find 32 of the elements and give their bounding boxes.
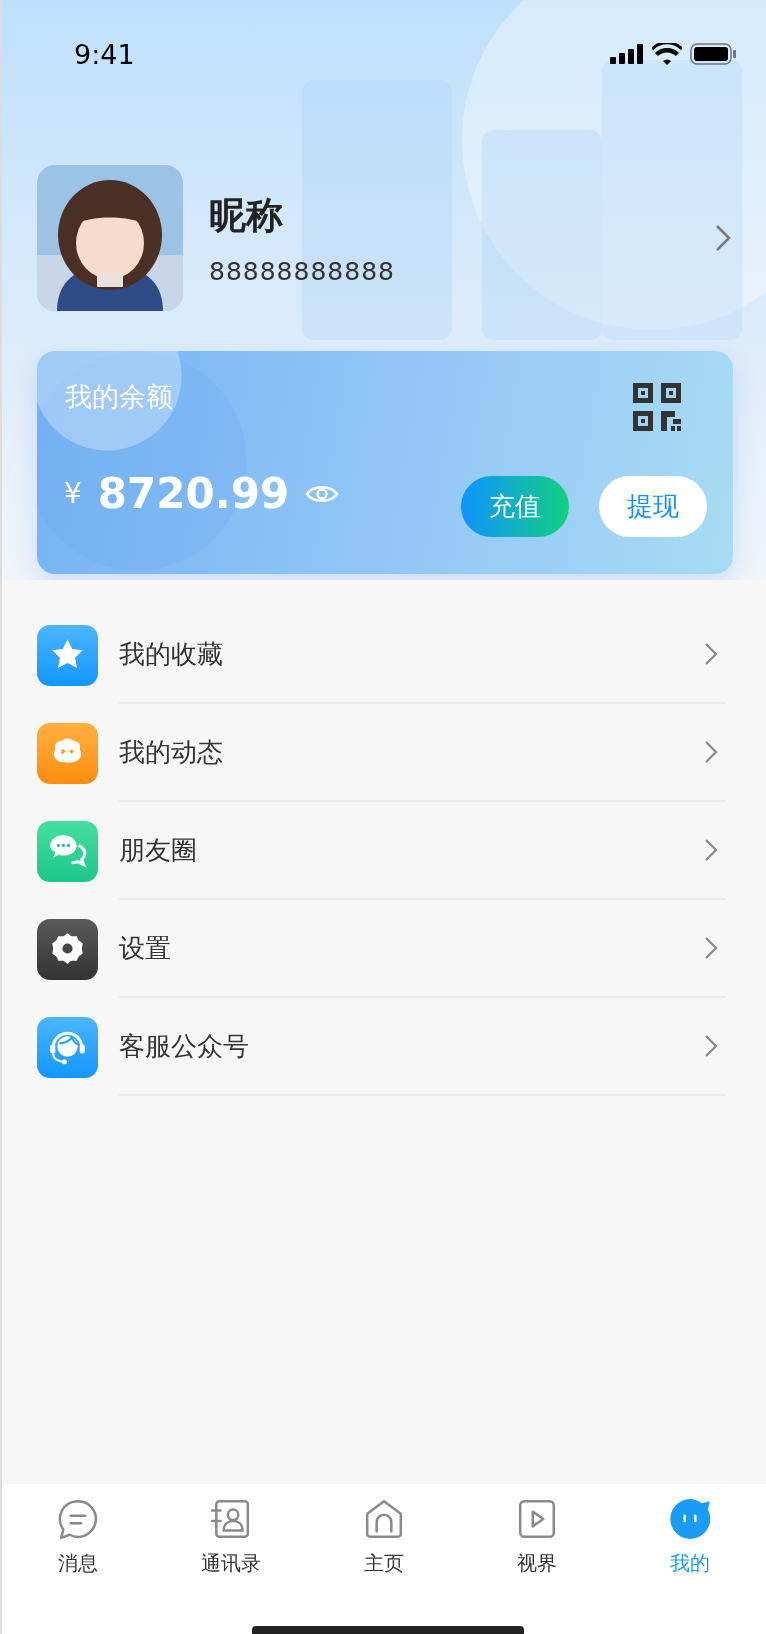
menu-item[interactable]: 客服公众号: [2, 998, 766, 1096]
chevron-right-icon: [704, 642, 718, 666]
tab[interactable]: 主页: [307, 1484, 461, 1596]
status-time: 9:41: [74, 38, 135, 70]
gear-icon: [37, 918, 98, 980]
nickname: 昵称: [209, 192, 284, 239]
currency-symbol: ¥: [64, 477, 82, 510]
chevron-right-icon: [704, 838, 718, 862]
tab[interactable]: 通讯录: [154, 1484, 308, 1596]
phone-number: 88888888888: [209, 256, 396, 286]
face-icon: [37, 722, 98, 784]
tab[interactable]: 视界: [460, 1484, 614, 1596]
headset-icon: [37, 1016, 98, 1078]
menu-item[interactable]: 设置: [2, 900, 766, 998]
chevron-right-icon: [704, 936, 718, 960]
tab[interactable]: 消息: [2, 1484, 155, 1596]
message-bubble-icon: [57, 1498, 100, 1540]
qr-code-icon[interactable]: [633, 383, 681, 431]
house-icon: [363, 1498, 405, 1540]
chevron-right-icon: [704, 740, 718, 764]
balance-title: 我的余额: [65, 380, 173, 414]
battery-icon: [690, 43, 736, 65]
signal-icon: [610, 44, 644, 64]
chevron-right-icon: [704, 1034, 718, 1058]
menu-item[interactable]: 我的收藏: [2, 606, 766, 704]
menu-item[interactable]: 我的动态: [2, 704, 766, 802]
chat-bubbles-icon: [37, 820, 98, 882]
wifi-icon: [652, 43, 682, 65]
balance-amount: 8720.99: [97, 469, 290, 518]
menu-item[interactable]: 朋友圈: [2, 802, 766, 900]
smiley-bubble-icon: [668, 1498, 711, 1540]
chevron-right-icon[interactable]: [715, 224, 731, 252]
